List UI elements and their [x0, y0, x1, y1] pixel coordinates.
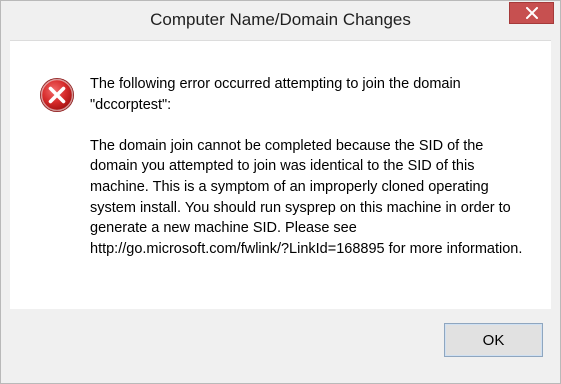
dialog-window: Computer Name/Domain Changes The followi… — [0, 0, 561, 384]
window-title: Computer Name/Domain Changes — [150, 10, 411, 29]
error-body-text: The domain join cannot be completed beca… — [90, 137, 523, 257]
dialog-content: The following error occurred attempting … — [10, 40, 551, 309]
close-button[interactable] — [509, 2, 554, 24]
title-bar[interactable]: Computer Name/Domain Changes — [1, 1, 560, 40]
error-intro-text: The following error occurred attempting … — [90, 76, 461, 113]
close-icon — [525, 7, 538, 19]
error-message: The following error occurred attempting … — [90, 74, 530, 259]
button-bar: OK — [10, 309, 551, 376]
error-icon — [40, 78, 74, 112]
ok-button[interactable]: OK — [444, 323, 543, 357]
